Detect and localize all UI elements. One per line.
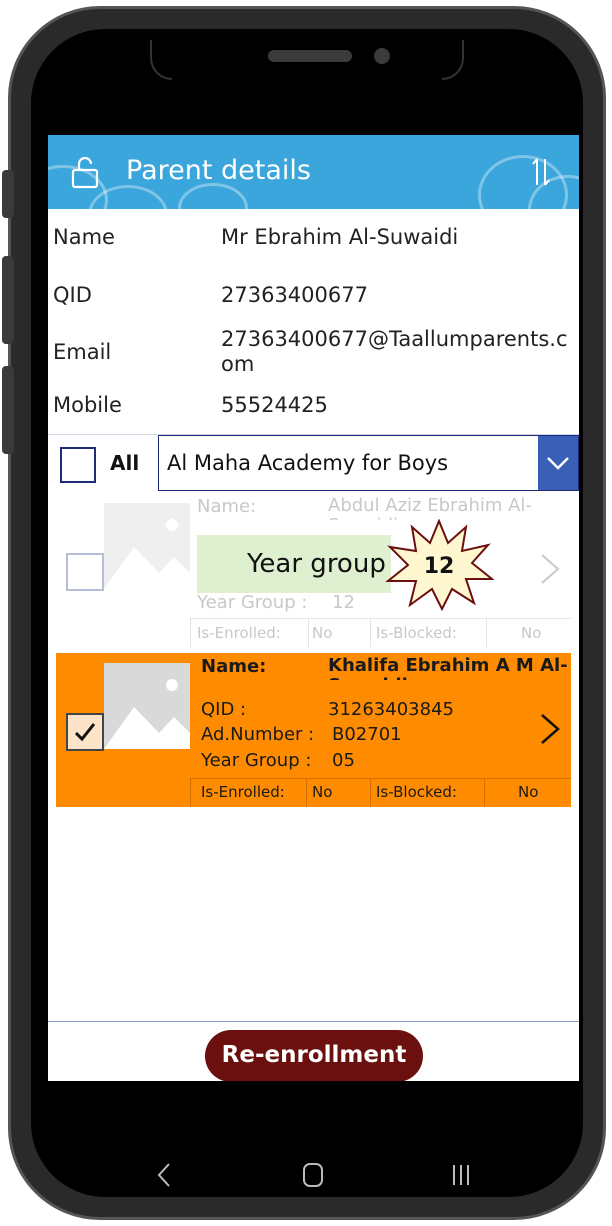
year-group-value: 12 <box>332 592 355 613</box>
footer-divider <box>48 1021 579 1022</box>
enrolled-value: No <box>312 624 333 642</box>
year-group-label: Year Group : <box>201 750 312 771</box>
student-name-label: Name: <box>201 656 267 677</box>
side-button <box>2 170 14 218</box>
adnumber-value: B02701 <box>332 724 402 745</box>
blocked-label: Is-Blocked: <box>376 783 457 801</box>
qid-value: 31263403845 <box>328 699 454 720</box>
home-icon[interactable] <box>302 1162 324 1188</box>
blocked-label: Is-Blocked: <box>376 624 457 642</box>
mobile-value: 55524425 <box>221 393 328 417</box>
enrolled-label: Is-Enrolled: <box>197 624 281 642</box>
email-value: 27363400677@Taallumparents.com <box>221 327 568 376</box>
student-name: Khalifa Ebrahim A M Al-Suwaidi <box>328 656 568 680</box>
blocked-value: No <box>521 624 542 642</box>
filter-bar: All Al Maha Academy for Boys <box>48 434 579 491</box>
speaker <box>268 50 352 62</box>
re-enrollment-button[interactable]: Re-enrollment <box>205 1030 423 1081</box>
school-dropdown[interactable]: Al Maha Academy for Boys <box>158 435 579 491</box>
dropdown-toggle[interactable] <box>538 436 578 490</box>
email-label: Email <box>53 340 112 364</box>
volume-up-button <box>2 256 14 344</box>
school-dropdown-value: Al Maha Academy for Boys <box>167 451 449 475</box>
chevron-down-icon <box>547 457 569 470</box>
student-checkbox-checked[interactable] <box>66 713 104 751</box>
front-camera <box>374 48 390 64</box>
student-card-selected[interactable]: Name: Khalifa Ebrahim A M Al-Suwaidi QID… <box>56 653 571 807</box>
student-checkbox[interactable] <box>66 553 104 591</box>
qid-value: 27363400677 <box>221 283 368 307</box>
name-value: Mr Ebrahim Al-Suwaidi <box>221 225 459 249</box>
chevron-right-icon[interactable] <box>538 711 562 747</box>
enrolled-value: No <box>312 783 333 801</box>
android-nav-bar <box>48 1138 579 1212</box>
student-photo-placeholder <box>104 663 190 749</box>
mobile-label: Mobile <box>53 393 122 417</box>
app-header: Parent details <box>48 135 579 209</box>
year-group-label: Year Group : <box>197 592 308 613</box>
unlock-icon[interactable] <box>70 155 100 189</box>
year-group-callout-label: Year group <box>247 549 386 579</box>
starburst-badge: 12 <box>385 519 494 611</box>
adnumber-label: Ad.Number : <box>201 724 315 745</box>
starburst-number: 12 <box>424 554 455 579</box>
blocked-value: No <box>518 783 539 801</box>
app-screen: Parent details Name Mr Ebrahim Al-Suwaid… <box>48 135 579 1081</box>
qid-label: QID : <box>201 699 247 720</box>
student-name-label: Name: <box>197 496 257 517</box>
sort-icon[interactable] <box>526 155 556 189</box>
year-group-value: 05 <box>332 750 355 771</box>
chevron-right-icon[interactable] <box>538 551 562 587</box>
name-label: Name <box>53 225 115 249</box>
student-name: Abdul Aziz Ebrahim Al-Suwaidi <box>328 496 532 520</box>
recent-apps-icon[interactable] <box>450 1162 472 1188</box>
checkmark-icon <box>74 723 96 742</box>
student-photo-placeholder <box>104 503 190 589</box>
image-placeholder-icon <box>104 519 190 589</box>
image-placeholder-icon <box>104 679 190 749</box>
volume-down-button <box>2 366 14 454</box>
year-group-callout: Year group <box>197 535 391 593</box>
enrolled-label: Is-Enrolled: <box>201 783 285 801</box>
back-icon[interactable] <box>154 1160 174 1190</box>
select-all-label: All <box>110 451 140 475</box>
select-all-checkbox[interactable] <box>60 447 96 483</box>
page-title: Parent details <box>126 155 311 186</box>
qid-label: QID <box>53 283 92 307</box>
